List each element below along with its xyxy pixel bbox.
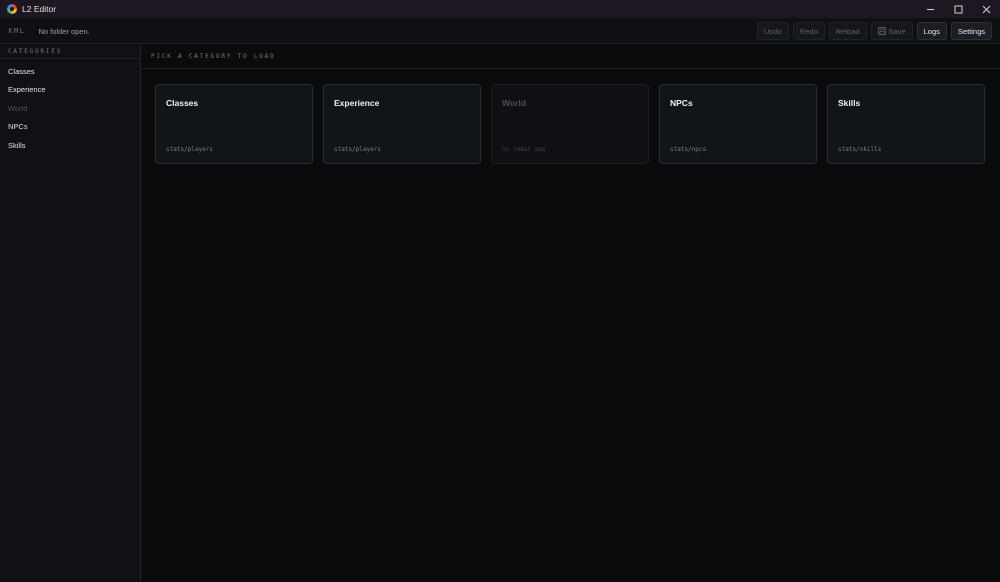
main-panel: PICK A CATEGORY TO LOAD Classes stats/pl…: [141, 44, 1000, 582]
settings-button[interactable]: Settings: [950, 22, 992, 40]
reload-button-label: Reload: [835, 26, 860, 36]
toolbar: XML No folder open. Undo Redo Reload Sav…: [0, 19, 1000, 44]
card-world: World no radar map: [491, 84, 649, 164]
card-title: NPCs: [670, 98, 693, 108]
main-heading: PICK A CATEGORY TO LOAD: [141, 44, 1000, 69]
card-classes[interactable]: Classes stats/players: [155, 84, 313, 164]
window-title: L2 Editor: [22, 4, 57, 14]
sidebar-item-skills[interactable]: Skills: [0, 136, 140, 155]
save-button[interactable]: Save: [870, 22, 913, 40]
category-cards: Classes stats/players Experience stats/p…: [155, 84, 985, 164]
save-button-label: Save: [888, 26, 906, 36]
sidebar-heading: CATEGORIES: [0, 44, 140, 59]
save-icon: [877, 27, 886, 35]
category-list: Classes Experience World NPCs Skills: [0, 59, 140, 155]
card-path: no radar map: [502, 146, 546, 153]
title-bar: L2 Editor: [0, 0, 1000, 19]
card-npcs[interactable]: NPCs stats/npcs: [659, 84, 817, 164]
redo-button-label: Redo: [799, 26, 818, 36]
redo-button[interactable]: Redo: [792, 22, 825, 40]
settings-button-label: Settings: [957, 26, 985, 36]
sidebar-item-world: World: [8, 103, 28, 113]
folder-status: No folder open.: [38, 26, 90, 36]
sidebar-item-experience[interactable]: Experience: [0, 81, 140, 100]
undo-button-label: Undo: [763, 26, 782, 36]
format-label: XML: [8, 27, 26, 35]
undo-button[interactable]: Undo: [756, 22, 789, 40]
card-path: stats/players: [334, 146, 381, 153]
logs-button[interactable]: Logs: [916, 22, 947, 40]
minimize-icon[interactable]: [916, 0, 944, 19]
card-path: stats/players: [166, 146, 213, 153]
card-path: stats/skills: [838, 146, 882, 153]
card-skills[interactable]: Skills stats/skills: [827, 84, 985, 164]
logs-button-label: Logs: [923, 26, 940, 36]
card-title: Experience: [334, 98, 380, 108]
maximize-icon[interactable]: [944, 0, 972, 19]
sidebar-item-npcs[interactable]: NPCs: [0, 118, 140, 137]
card-title: Skills: [838, 98, 861, 108]
toolbar-actions: Undo Redo Reload Save Logs Settings: [756, 22, 992, 40]
card-title: World: [502, 98, 526, 108]
sidebar: CATEGORIES Classes Experience World NPCs…: [0, 44, 141, 582]
sidebar-item-classes[interactable]: Classes: [0, 62, 140, 81]
reload-button[interactable]: Reload: [828, 22, 867, 40]
card-path: stats/npcs: [670, 146, 707, 153]
card-experience[interactable]: Experience stats/players: [323, 84, 481, 164]
app-logo-icon: [7, 4, 17, 14]
close-icon[interactable]: [972, 0, 1000, 19]
card-title: Classes: [166, 98, 199, 108]
window-controls: [916, 0, 1000, 19]
